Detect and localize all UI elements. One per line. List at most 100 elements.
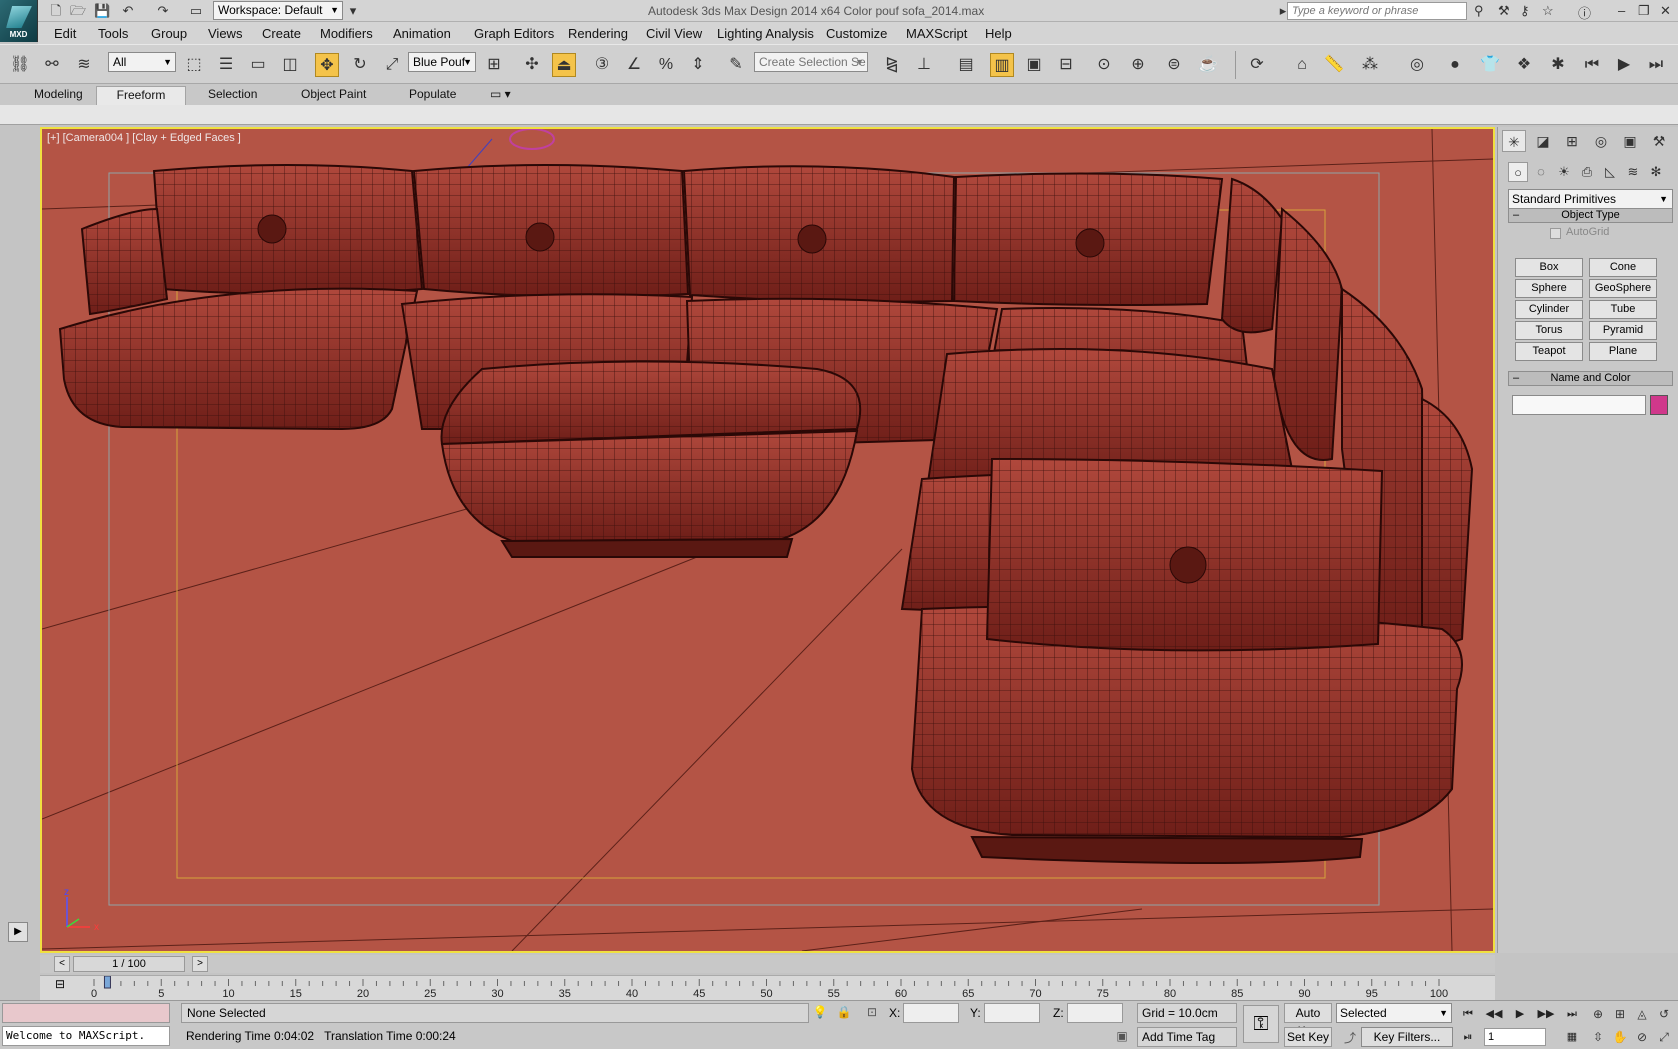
menu-tools[interactable]: Tools xyxy=(98,26,128,41)
restore-icon[interactable]: ❐ xyxy=(1638,3,1650,19)
align-icon[interactable]: ⊥ xyxy=(912,53,936,77)
material-editor-icon[interactable]: ⊕ xyxy=(1126,53,1150,77)
tab-selection[interactable]: Selection xyxy=(196,86,269,105)
adaptive-degradation-icon[interactable]: ▣ xyxy=(1114,1029,1130,1045)
tab-modeling[interactable]: Modeling xyxy=(22,86,95,105)
orbit-icon[interactable]: ⊘ xyxy=(1632,1028,1652,1046)
menu-graph-editors[interactable]: Graph Editors xyxy=(474,26,554,41)
key-mode-dropdown[interactable]: Selected ▼ xyxy=(1336,1003,1452,1023)
cylinder-button[interactable]: Cylinder xyxy=(1515,300,1583,319)
torus-button[interactable]: Torus xyxy=(1515,321,1583,340)
object-color-swatch[interactable] xyxy=(1650,395,1668,415)
render-setup-icon[interactable]: ⊜ xyxy=(1162,53,1186,77)
rotate-icon[interactable]: ↻ xyxy=(348,53,372,77)
sphere-icon[interactable]: ● xyxy=(1443,53,1467,77)
redo-icon[interactable]: ↷ xyxy=(155,3,171,19)
trackbar-mini-curve-icon[interactable]: ⊟ xyxy=(52,977,68,993)
isolate-selection-icon[interactable]: 💡 xyxy=(812,1005,828,1021)
selection-filter-dropdown[interactable]: All ▼ xyxy=(108,52,176,72)
plane-button[interactable]: Plane xyxy=(1589,342,1657,361)
cloth-icon[interactable]: ❖ xyxy=(1512,53,1536,77)
box-button[interactable]: Box xyxy=(1515,258,1583,277)
modify-panel-icon[interactable]: ◪ xyxy=(1531,130,1555,152)
quick-access-menu-icon[interactable]: ▾ xyxy=(345,3,361,19)
y-coord-field[interactable] xyxy=(984,1003,1040,1023)
edit-named-selection-icon[interactable]: ✎ xyxy=(724,53,748,77)
hierarchy-panel-icon[interactable]: ⊞ xyxy=(1560,130,1584,152)
set-key-icon[interactable]: ⚿ xyxy=(1243,1005,1279,1043)
motion-panel-icon[interactable]: ◎ xyxy=(1589,130,1613,152)
menu-create[interactable]: Create xyxy=(262,26,301,41)
menu-lighting-analysis[interactable]: Lighting Analysis xyxy=(717,26,814,41)
selection-lock-icon[interactable]: 🔒 xyxy=(836,1005,852,1021)
bind-space-warp-icon[interactable]: ≋ xyxy=(72,53,96,77)
menu-maxscript[interactable]: MAXScript xyxy=(906,26,967,41)
select-object-icon[interactable]: ⬚ xyxy=(182,53,206,77)
keyboard-shortcut-override-icon[interactable]: ⏏ xyxy=(552,53,576,77)
dolly-camera-icon[interactable]: ⇳ xyxy=(1588,1028,1608,1046)
geometry-icon[interactable]: ○ xyxy=(1508,162,1528,182)
default-tangents-icon[interactable]: ⤴ xyxy=(1342,1029,1358,1045)
menu-customize[interactable]: Customize xyxy=(826,26,887,41)
field-of-view-icon[interactable]: ◬ xyxy=(1632,1005,1652,1023)
tab-object-paint[interactable]: Object Paint xyxy=(289,86,378,105)
go-to-end-icon[interactable]: ⏭ xyxy=(1560,1005,1584,1023)
binoculars-icon[interactable]: ⚲ xyxy=(1474,3,1484,19)
menu-views[interactable]: Views xyxy=(208,26,242,41)
tools-icon[interactable]: ⚒ xyxy=(1498,3,1510,19)
object-name-field[interactable] xyxy=(1512,395,1646,415)
zoom-icon[interactable]: ⊕ xyxy=(1588,1005,1608,1023)
angle-snap-icon[interactable]: ∠ xyxy=(622,53,646,77)
menu-civil-view[interactable]: Civil View xyxy=(646,26,702,41)
pyramid-button[interactable]: Pyramid xyxy=(1589,321,1657,340)
tube-button[interactable]: Tube xyxy=(1589,300,1657,319)
auto-key-button[interactable]: Auto Key xyxy=(1284,1003,1332,1038)
refresh-icon[interactable]: ⟳ xyxy=(1245,53,1269,77)
play-tool-icon[interactable]: ▶ xyxy=(1612,53,1636,77)
geosphere-button[interactable]: GeoSphere xyxy=(1589,279,1657,298)
render-teapot-icon[interactable]: ☕ xyxy=(1196,53,1220,77)
set-key-button[interactable]: Set Key xyxy=(1284,1027,1332,1047)
next-frame-tool-icon[interactable]: ⏭ xyxy=(1644,53,1668,77)
scene-explorer-icon[interactable]: ▤ xyxy=(954,53,978,77)
selection-region-icon[interactable]: ▭ xyxy=(246,53,270,77)
curve-editor-icon[interactable]: ⊟ xyxy=(1054,53,1078,77)
menu-modifiers[interactable]: Modifiers xyxy=(320,26,373,41)
app-logo[interactable]: MXD xyxy=(0,0,38,42)
create-panel-icon[interactable]: ✳ xyxy=(1502,130,1526,152)
viewport-label[interactable]: [+] [Camera004 ] [Clay + Edged Faces ] xyxy=(47,132,241,144)
extra-tools-icon[interactable]: ✱ xyxy=(1546,53,1570,77)
project-folder-icon[interactable]: ▭ xyxy=(188,3,204,19)
shapes-icon[interactable]: ◌ xyxy=(1531,162,1551,182)
tab-freeform[interactable]: Freeform xyxy=(96,86,186,105)
name-and-color-rollout[interactable]: – Name and Color xyxy=(1508,371,1673,386)
ribbon-options-icon[interactable]: ▭ ▾ xyxy=(478,86,523,105)
snaps-toggle-icon[interactable]: ③ xyxy=(590,53,614,77)
link-icon[interactable]: ⛓ xyxy=(8,53,32,77)
civil-icon[interactable]: ⌂ xyxy=(1290,53,1314,77)
named-selection-dropdown[interactable]: Create Selection Se ▼ xyxy=(754,52,868,72)
new-file-icon[interactable]: 🗋 xyxy=(48,3,64,19)
autogrid-checkbox[interactable] xyxy=(1550,228,1561,239)
utilities-panel-icon[interactable]: ⚒ xyxy=(1647,130,1671,152)
menu-edit[interactable]: Edit xyxy=(54,26,76,41)
key-mode-toggle-icon[interactable]: ⏯ xyxy=(1456,1028,1480,1046)
add-time-tag-button[interactable]: Add Time Tag xyxy=(1137,1027,1237,1047)
prev-frame-tool-icon[interactable]: ⏮ xyxy=(1580,53,1604,77)
current-frame-marker[interactable] xyxy=(103,976,111,989)
time-slider-prev[interactable]: < xyxy=(54,956,70,972)
layer-manager-icon[interactable]: ▥ xyxy=(990,53,1014,77)
orbit-camera-icon[interactable]: ↺ xyxy=(1654,1005,1674,1023)
current-frame-field[interactable]: 1 xyxy=(1484,1028,1546,1046)
sphere-button[interactable]: Sphere xyxy=(1515,279,1583,298)
mirror-icon[interactable]: ⧎ xyxy=(880,53,904,77)
track-bar[interactable]: 0 5 10 15 20 25 30 35 40 45 50 55 60 65 70 75 80 85 90 95 10… xyxy=(40,975,1495,1000)
scale-icon[interactable]: ⤢ xyxy=(380,53,404,77)
absolute-mode-icon[interactable]: ⊡ xyxy=(864,1005,880,1021)
unlink-icon[interactable]: ⚯ xyxy=(40,53,64,77)
cameras-icon[interactable]: ⎙ xyxy=(1577,162,1597,182)
time-slider[interactable]: < 1 / 100 > xyxy=(40,955,1495,973)
save-icon[interactable]: 💾 xyxy=(94,3,110,19)
go-to-start-icon[interactable]: ⏮ xyxy=(1456,1005,1480,1023)
select-by-name-icon[interactable]: ☰ xyxy=(214,53,238,77)
